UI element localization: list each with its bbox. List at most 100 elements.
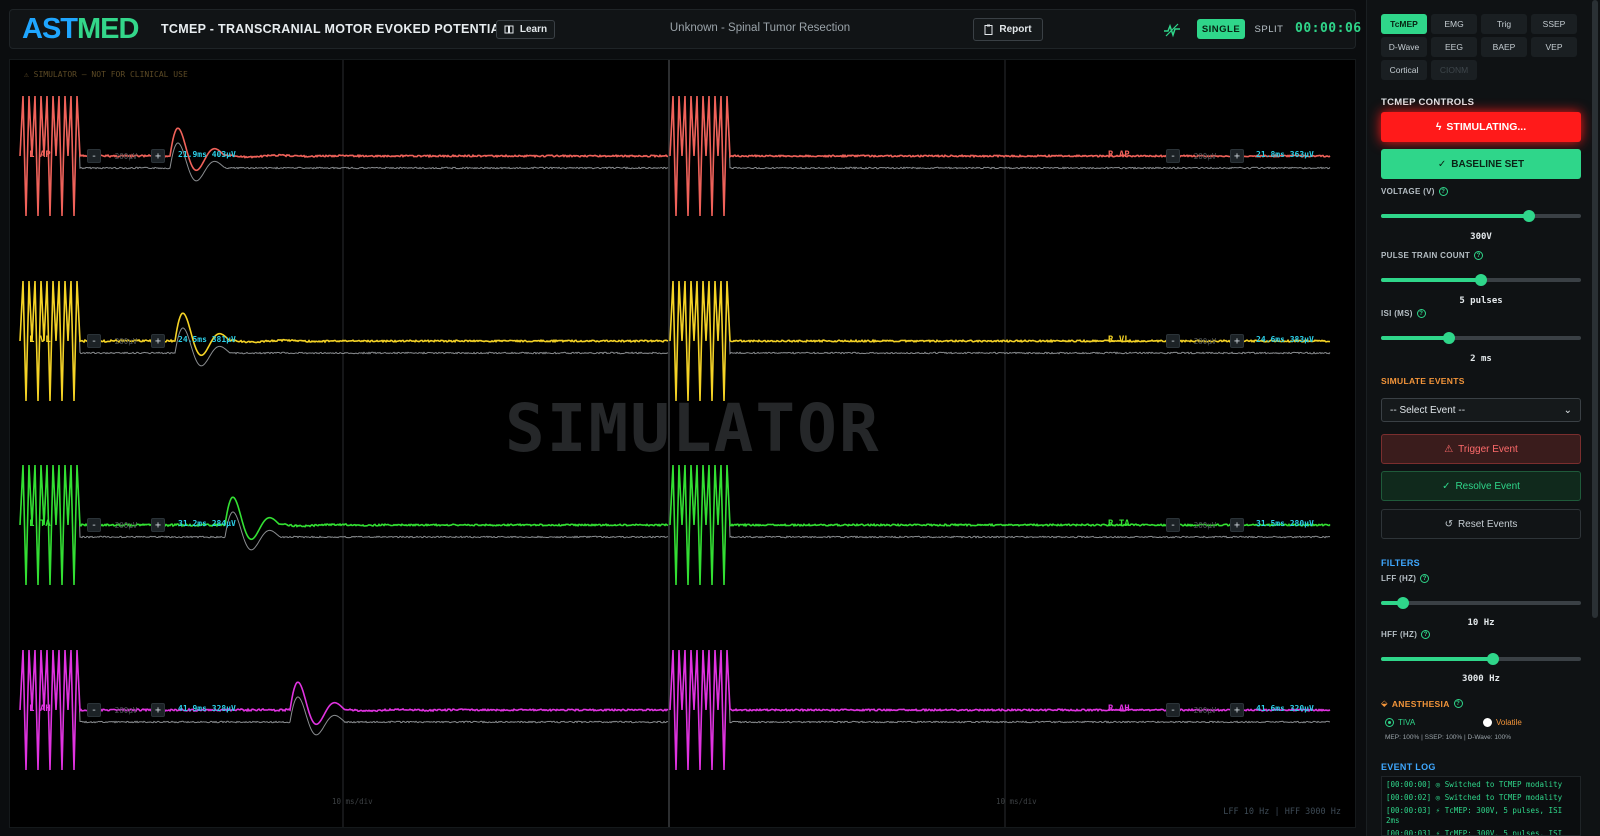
latency-readout-left: 41.9ms 328μV [178,704,236,713]
astmed-logo: AST MED [22,12,139,45]
channel-label-right: R VL [1108,335,1130,345]
warning-icon: ⚠ [1444,443,1454,455]
radio-unchecked-icon [1483,718,1492,727]
resolve-event-button[interactable]: ✓ Resolve Event [1381,471,1581,501]
isi-slider[interactable] [1381,332,1581,344]
gain-value: 200μV [114,520,138,530]
hff-slider[interactable] [1381,653,1581,665]
tab-baep[interactable]: BAEP [1481,37,1527,57]
gain-increase-button[interactable]: + [1230,518,1244,532]
gain-value: 200μV [114,705,138,715]
tiva-radio[interactable]: TIVA [1385,718,1415,727]
event-log[interactable]: [00:00:00] ◎ Switched to TCMEP modality [… [1381,776,1581,836]
learn-button[interactable]: Learn [496,20,555,39]
gain-value: 200μV [1193,336,1217,346]
log-entry: [00:00:03] ⚡ TcMEP: 300V, 5 pulses, ISI … [1386,806,1563,825]
tab-vep[interactable]: VEP [1531,37,1577,57]
voltage-slider[interactable] [1381,210,1581,222]
help-icon[interactable]: ? [1421,630,1431,639]
hff-label: HFF (HZ)? [1381,630,1431,639]
check-icon: ✓ [1437,158,1447,170]
help-icon[interactable]: ? [1474,251,1484,260]
channel-label-right: R AH [1108,704,1130,714]
gain-decrease-button[interactable]: - [1166,518,1180,532]
split-view-button[interactable]: SPLIT [1252,19,1286,39]
tab-ssep[interactable]: SSEP [1531,14,1577,34]
gain-value: 200μV [1193,520,1217,530]
pulse-train-slider[interactable] [1381,274,1581,286]
tab-tcmep[interactable]: TcMEP [1381,14,1427,34]
trigger-event-button[interactable]: ⚠ Trigger Event [1381,434,1581,464]
gain-increase-button[interactable]: + [1230,703,1244,717]
gain-increase-button[interactable]: + [1230,149,1244,163]
help-icon[interactable]: ? [1416,309,1426,318]
gain-decrease-button[interactable]: - [87,518,101,532]
gain-decrease-button[interactable]: - [1166,703,1180,717]
slider-knob[interactable] [1487,653,1499,665]
page-title: TCMEP - TRANSCRANIAL MOTOR EVOKED POTENT… [161,22,517,36]
latency-readout-right: 24.6ms 383μV [1256,335,1314,344]
gain-control-left: - 200μV + [87,149,165,163]
panel-scrollbar[interactable] [1592,0,1598,618]
gain-value: 200μV [114,336,138,346]
hff-value: 3000 Hz [1462,674,1500,684]
baseline-button[interactable]: ✓ BASELINE SET [1381,149,1581,179]
help-icon[interactable]: ? [1438,187,1448,196]
gain-decrease-button[interactable]: - [1166,334,1180,348]
gain-control-left: - 200μV + [87,334,165,348]
help-icon[interactable]: ? [1453,699,1463,708]
slider-knob[interactable] [1475,274,1487,286]
gain-increase-button[interactable]: + [1230,334,1244,348]
gain-control-left: - 200μV + [87,703,165,717]
pill-icon: ⬙ [1381,698,1388,708]
tab-eeg[interactable]: EEG [1431,37,1477,57]
gain-increase-button[interactable]: + [151,703,165,717]
pulse-train-label: PULSE TRAIN COUNT? [1381,251,1484,260]
simulate-events-title: SIMULATE EVENTS [1381,376,1465,386]
gain-decrease-button[interactable]: - [87,703,101,717]
gain-increase-button[interactable]: + [151,334,165,348]
slider-knob[interactable] [1397,597,1409,609]
signal-toggle-icon[interactable] [1162,20,1182,40]
slider-knob[interactable] [1443,332,1455,344]
case-title: Unknown - Spinal Tumor Resection [669,22,851,34]
channel-label-left: L AH [29,704,51,714]
log-entry: [00:00:02] ◎ Switched to TCMEP modality [1386,793,1563,802]
timebase-label-right: 10 ms/div [996,797,1037,806]
tab-d-wave[interactable]: D-Wave [1381,37,1427,57]
tab-cionm[interactable]: CIONM [1431,60,1477,80]
single-view-button[interactable]: SINGLE [1197,19,1245,39]
simulator-warning: ⚠ SIMULATOR — NOT FOR CLINICAL USE [24,70,188,79]
voltage-label: VOLTAGE (V)? [1381,187,1448,196]
gain-decrease-button[interactable]: - [1166,149,1180,163]
tab-trig[interactable]: Trig [1481,14,1527,34]
event-log-title: EVENT LOG [1381,762,1436,772]
gain-value: 200μV [1193,705,1217,715]
lff-slider[interactable] [1381,597,1581,609]
help-icon[interactable]: ? [1420,574,1430,583]
latency-readout-left: 24.5ms 381μV [178,335,236,344]
controls-title: TCMEP CONTROLS [1381,97,1475,108]
event-select[interactable]: -- Select Event -- ⌄ [1381,398,1581,422]
log-entry: [00:00:00] ◎ Switched to TCMEP modality [1386,780,1563,789]
check-icon: ✓ [1442,480,1451,492]
tab-emg[interactable]: EMG [1431,14,1477,34]
pulse-train-value: 5 pulses [1459,296,1503,306]
gain-value: 200μV [114,151,138,161]
slider-knob[interactable] [1523,210,1535,222]
gain-increase-button[interactable]: + [151,518,165,532]
volatile-radio[interactable]: Volatile [1483,718,1522,727]
reset-events-button[interactable]: ↺ Reset Events [1381,509,1581,539]
book-icon [504,25,514,34]
latency-readout-right: 31.5ms 280μV [1256,519,1314,528]
tab-cortical[interactable]: Cortical [1381,60,1427,80]
report-button[interactable]: Report [973,18,1043,41]
stimulate-button[interactable]: ϟ STIMULATING... [1381,112,1581,142]
gain-decrease-button[interactable]: - [87,334,101,348]
gain-decrease-button[interactable]: - [87,149,101,163]
gain-control-right: - 200μV + [1166,703,1244,717]
gain-control-right: - 200μV + [1166,334,1244,348]
modality-tabs: TcMEP EMG Trig SSEP D-Wave EEG BAEP VEP Cortical… [1381,14,1577,80]
isi-value: 2 ms [1470,354,1492,364]
gain-increase-button[interactable]: + [151,149,165,163]
